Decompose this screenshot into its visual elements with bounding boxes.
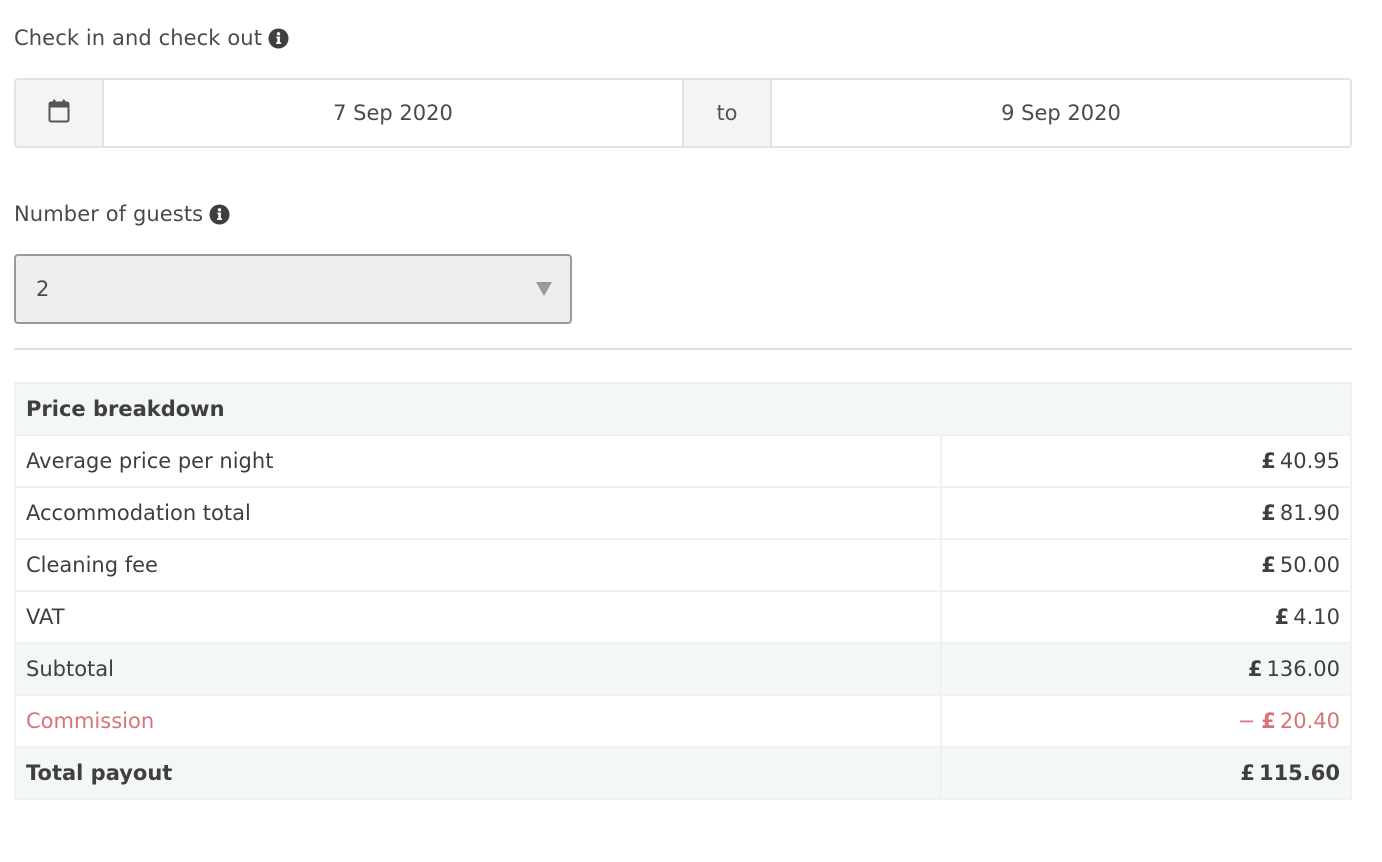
table-row: VAT £4.10 xyxy=(14,590,1352,644)
price-breakdown-table: Price breakdown Average price per night … xyxy=(14,382,1352,800)
row-label: Subtotal xyxy=(14,642,942,696)
checkin-label: Check in and check out xyxy=(14,26,263,50)
amount-value: 136.00 xyxy=(1266,657,1340,681)
chevron-down-icon xyxy=(536,282,552,296)
row-amount: £115.60 xyxy=(940,746,1352,800)
commission-row: Commission − £20.40 xyxy=(14,694,1352,748)
amount-value: 40.95 xyxy=(1279,449,1340,473)
row-label: Cleaning fee xyxy=(14,538,942,592)
row-amount: £40.95 xyxy=(940,434,1352,488)
date-range-picker: 7 Sep 2020 to 9 Sep 2020 xyxy=(14,78,1352,148)
row-amount: − £20.40 xyxy=(940,694,1352,748)
amount-value: 4.10 xyxy=(1293,605,1340,629)
currency-symbol: £ xyxy=(1274,605,1290,629)
calendar-button[interactable] xyxy=(16,80,104,146)
amount-value: 115.60 xyxy=(1258,761,1340,785)
row-amount: £4.10 xyxy=(940,590,1352,644)
total-payout-row: Total payout £115.60 xyxy=(14,746,1352,800)
row-label: Commission xyxy=(14,694,942,748)
table-row: Average price per night £40.95 xyxy=(14,434,1352,488)
minus-sign: − xyxy=(1237,709,1256,733)
guests-select[interactable]: 2 xyxy=(14,254,572,324)
checkin-label-row: Check in and check out xyxy=(14,26,289,50)
row-label: Total payout xyxy=(14,746,942,800)
row-amount: £81.90 xyxy=(940,486,1352,540)
guests-label: Number of guests xyxy=(14,202,204,226)
currency-symbol: £ xyxy=(1261,709,1276,733)
row-label: VAT xyxy=(14,590,942,644)
amount-value: 81.90 xyxy=(1279,501,1340,525)
table-row: Accommodation total £81.90 xyxy=(14,486,1352,540)
currency-symbol: £ xyxy=(1240,761,1255,785)
currency-symbol: £ xyxy=(1261,449,1276,473)
amount-value: 50.00 xyxy=(1279,553,1340,577)
guests-label-row: Number of guests xyxy=(14,202,230,226)
currency-symbol: £ xyxy=(1247,657,1263,681)
table-row: Cleaning fee £50.00 xyxy=(14,538,1352,592)
date-separator: to xyxy=(682,80,772,146)
guests-selected-value: 2 xyxy=(36,277,50,301)
checkout-date-input[interactable]: 9 Sep 2020 xyxy=(772,80,1350,146)
price-breakdown-heading: Price breakdown xyxy=(14,382,1352,436)
row-amount: £50.00 xyxy=(940,538,1352,592)
row-amount: £136.00 xyxy=(940,642,1352,696)
currency-symbol: £ xyxy=(1261,553,1276,577)
row-label: Average price per night xyxy=(14,434,942,488)
subtotal-row: Subtotal £136.00 xyxy=(14,642,1352,696)
booking-form: Check in and check out 7 Sep 2020 to 9 S… xyxy=(0,0,1382,862)
currency-symbol: £ xyxy=(1261,501,1276,525)
divider xyxy=(14,348,1352,350)
row-label: Accommodation total xyxy=(14,486,942,540)
info-circle-icon[interactable] xyxy=(268,28,289,49)
amount-value: 20.40 xyxy=(1279,709,1340,733)
calendar-icon xyxy=(48,99,70,127)
info-circle-icon[interactable] xyxy=(209,204,230,225)
table-header-row: Price breakdown xyxy=(14,382,1352,436)
checkin-date-input[interactable]: 7 Sep 2020 xyxy=(104,80,682,146)
